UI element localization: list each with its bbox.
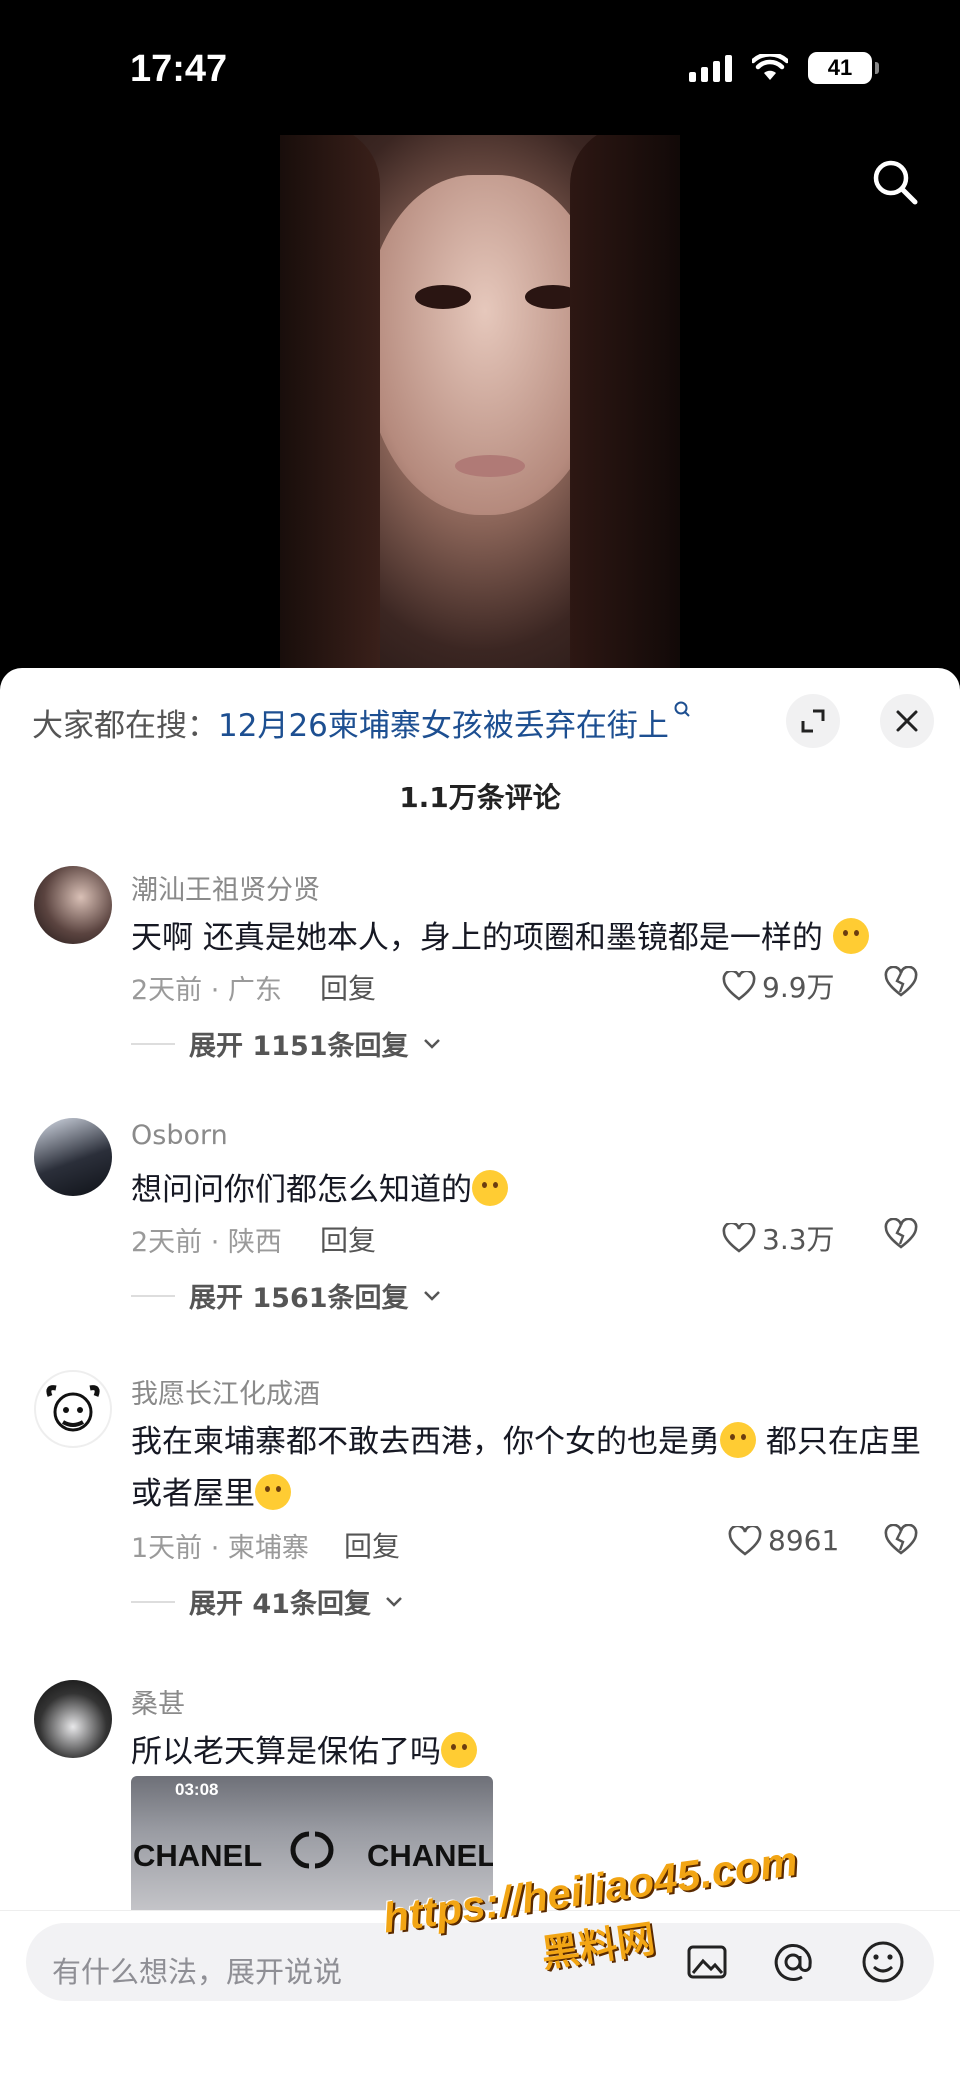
comment-username[interactable]: 桑甚 [131, 1682, 185, 1721]
status-icons: 41 [689, 52, 879, 84]
comment-input-placeholder[interactable]: 有什么想法，展开说说 [52, 1949, 342, 1991]
thumb-time: 03:08 [175, 1780, 219, 1799]
like-button[interactable]: 9.9万 [722, 966, 835, 1006]
expand-replies-button[interactable]: 展开 1561条回复 [131, 1276, 441, 1315]
avatar[interactable] [34, 1680, 112, 1758]
comment-item: Osborn 想问问你们都怎么知道的 2天前 · 陕西 回复 3.3万 展开 1… [0, 1118, 960, 1328]
emoji-icon[interactable] [858, 1937, 908, 1987]
comment-meta: 1天前 · 柬埔寨 [131, 1533, 309, 1564]
video-frame [280, 135, 680, 675]
heart-icon [728, 1525, 762, 1556]
reply-button[interactable]: 回复 [320, 967, 376, 1007]
hot-search-banner[interactable]: 大家都在搜：12月26柬埔寨女孩被丢弃在街上 [32, 700, 691, 745]
comment-meta: 2天前 · 广东 [131, 975, 282, 1006]
comment-username[interactable]: 我愿长江化成酒 [131, 1372, 320, 1411]
comment-count: 1.1万条评论 [399, 781, 561, 814]
comment-item: 潮汕王祖贤分贤 天啊 还真是她本人，身上的项圈和墨镜都是一样的 2天前 · 广东… [0, 866, 960, 1076]
thumb-brand-left: CHANEL [133, 1838, 263, 1873]
status-time: 17:47 [130, 48, 228, 90]
wifi-icon [752, 54, 788, 80]
avatar[interactable] [34, 866, 112, 944]
emoji-smile-icon [441, 1732, 477, 1768]
like-count: 8961 [768, 1524, 840, 1557]
reply-button[interactable]: 回复 [344, 1525, 400, 1565]
status-bar: 17:47 41 [0, 0, 960, 140]
reply-button[interactable]: 回复 [320, 1219, 376, 1259]
comment-sheet: 大家都在搜：12月26柬埔寨女孩被丢弃在街上 1.1万条评论 潮汕王祖贤分贤 天… [0, 668, 960, 2087]
expand-replies-button[interactable]: 展开 41条回复 [131, 1582, 403, 1621]
emoji-sweat-icon [720, 1422, 756, 1458]
chevron-down-icon [423, 1038, 440, 1049]
heart-icon [722, 971, 756, 1001]
avatar[interactable] [34, 1370, 112, 1448]
battery-icon: 41 [808, 52, 879, 84]
hot-search-prefix: 大家都在搜： [32, 708, 218, 744]
expand-replies-button[interactable]: 展开 1151条回复 [131, 1024, 441, 1063]
comment-text[interactable]: 想问问你们都怎么知道的 [131, 1164, 931, 1216]
search-icon[interactable] [868, 155, 924, 211]
comment-meta: 2天前 · 陕西 [131, 1227, 282, 1258]
comment-username[interactable]: 潮汕王祖贤分贤 [131, 868, 320, 907]
video-player[interactable] [0, 135, 960, 675]
signal-icon [689, 54, 732, 82]
like-count: 9.9万 [762, 971, 835, 1004]
thumb-brand-right: CHANEL [367, 1838, 493, 1873]
comment-username[interactable]: Osborn [131, 1120, 228, 1151]
dislike-icon[interactable] [884, 966, 918, 998]
emoji-sweat-icon [255, 1474, 291, 1510]
chanel-logo-icon [290, 1831, 334, 1869]
search-small-icon [674, 701, 690, 717]
like-count: 3.3万 [762, 1223, 835, 1256]
avatar[interactable] [34, 1118, 112, 1196]
comment-item: 我愿长江化成酒 我在柬埔寨都不敢去西港，你个女的也是勇 都只在店里或者屋里 1天… [0, 1370, 960, 1640]
comment-text[interactable]: 所以老天算是保佑了吗 [131, 1726, 931, 1778]
comment-text[interactable]: 我在柬埔寨都不敢去西港，你个女的也是勇 都只在店里或者屋里 [131, 1416, 931, 1520]
expand-button[interactable] [786, 694, 840, 748]
avatar-cartoon-icon [46, 1385, 100, 1432]
comment-text[interactable]: 天啊 还真是她本人，身上的项圈和墨镜都是一样的 [131, 912, 931, 964]
like-button[interactable]: 8961 [728, 1524, 839, 1557]
chevron-down-icon [423, 1290, 440, 1301]
close-button[interactable] [880, 694, 934, 748]
like-button[interactable]: 3.3万 [722, 1218, 835, 1258]
heart-icon [722, 1223, 756, 1253]
chevron-down-icon [386, 1596, 402, 1607]
dislike-icon[interactable] [884, 1218, 918, 1250]
emoji-crying-icon [472, 1170, 508, 1206]
expand-icon [801, 709, 825, 733]
dislike-icon[interactable] [884, 1524, 918, 1556]
hot-search-topic[interactable]: 12月26柬埔寨女孩被丢弃在街上 [218, 708, 669, 744]
close-icon [896, 710, 918, 732]
emoji-shocked-icon [832, 918, 869, 954]
